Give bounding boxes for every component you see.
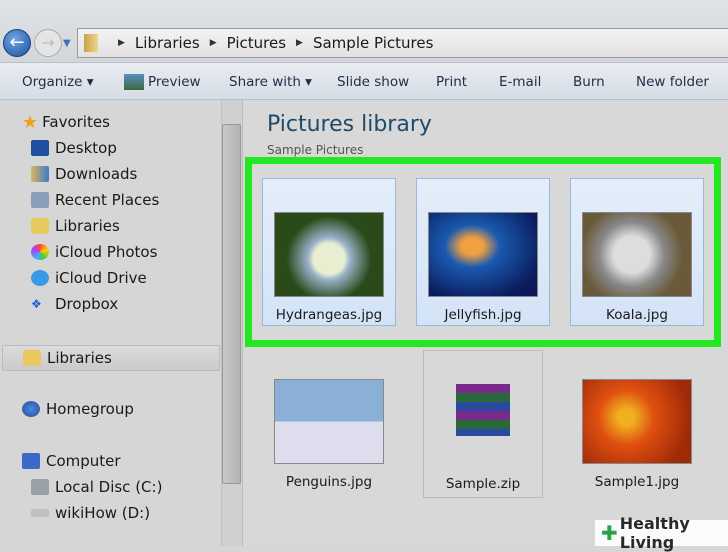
desktop-icon: [31, 140, 49, 156]
chevron-right-icon: ▶: [296, 38, 303, 48]
folder-icon: [84, 34, 98, 52]
winrar-archive-icon: [456, 384, 510, 436]
thumbnail: [582, 379, 692, 464]
label: Downloads: [55, 165, 138, 183]
watermark-text: Healthy Living: [619, 514, 690, 552]
sidebar-item-icloud-photos[interactable]: iCloud Photos: [31, 241, 157, 263]
scrollbar-thumb[interactable]: [222, 124, 241, 484]
label: Recent Places: [55, 191, 160, 209]
label: iCloud Photos: [55, 243, 158, 261]
libraries-icon: [31, 218, 49, 234]
address-bar[interactable]: ▶ Libraries ▶ Pictures ▶ Sample Pictures: [77, 28, 728, 58]
navigation-pane: ★ Favorites Desktop Downloads Recent Plac…: [0, 100, 243, 546]
downloads-icon: [31, 166, 49, 182]
file-name: Sample.zip: [445, 476, 521, 492]
label: Libraries: [55, 217, 120, 235]
drive-icon: [31, 479, 49, 495]
sidebar-item-libraries[interactable]: Libraries: [31, 215, 120, 237]
plus-icon: ✚: [601, 521, 618, 545]
page-title: Pictures library: [267, 112, 432, 137]
library-subtitle[interactable]: Sample Pictures: [267, 143, 363, 157]
file-penguins[interactable]: Penguins.jpg: [262, 346, 396, 490]
sidebar-item-icloud-drive[interactable]: iCloud Drive: [31, 267, 147, 289]
label: Desktop: [55, 139, 117, 157]
label: Computer: [46, 452, 121, 470]
file-sample1[interactable]: Sample1.jpg: [570, 346, 704, 490]
label: Libraries: [47, 349, 112, 367]
sidebar-item-wikihow-drive[interactable]: wikiHow (D:): [31, 502, 150, 524]
icloud-photos-icon: [31, 244, 49, 260]
breadcrumb-sample-pictures[interactable]: Sample Pictures: [313, 34, 433, 52]
label: wikiHow (D:): [55, 504, 151, 522]
sidebar-item-downloads[interactable]: Downloads: [31, 163, 137, 185]
recent-pages-dropdown[interactable]: ▼: [63, 38, 71, 49]
libraries-icon: [23, 350, 41, 366]
drive-icon: [31, 509, 49, 517]
label: Homegroup: [46, 400, 134, 418]
burn-button[interactable]: Burn: [573, 74, 605, 90]
chevron-right-icon: ▶: [118, 38, 125, 48]
address-area: ← → ▼ ▶ Libraries ▶ Pictures ▶ Sample Pi…: [0, 0, 728, 62]
file-name: Sample1.jpg: [594, 474, 680, 490]
file-sample-zip[interactable]: Sample.zip: [423, 350, 543, 498]
file-name: Penguins.jpg: [285, 474, 373, 490]
icloud-drive-icon: [31, 270, 49, 286]
sidebar-item-libraries-selected[interactable]: Libraries: [2, 345, 220, 371]
organize-button[interactable]: Organize ▾: [22, 74, 94, 90]
sidebar-item-dropbox[interactable]: ❖ Dropbox: [31, 293, 118, 315]
label: iCloud Drive: [55, 269, 147, 287]
sidebar-item-favorites[interactable]: ★ Favorites: [22, 111, 110, 133]
forward-button[interactable]: →: [34, 29, 62, 57]
watermark: ✚ Healthy Living: [595, 514, 728, 552]
label: Local Disc (C:): [55, 478, 163, 496]
label: Dropbox: [55, 295, 119, 313]
new-folder-button[interactable]: New folder: [636, 74, 709, 90]
recent-places-icon: [31, 192, 49, 208]
sidebar-item-computer[interactable]: Computer: [22, 450, 121, 472]
email-button[interactable]: E-mail: [499, 74, 541, 90]
back-button[interactable]: ←: [3, 29, 31, 57]
selection-highlight: [245, 157, 721, 347]
breadcrumb-pictures[interactable]: Pictures: [227, 34, 286, 52]
star-icon: ★: [22, 111, 39, 133]
chevron-right-icon: ▶: [209, 38, 217, 48]
preview-button[interactable]: Preview: [148, 74, 201, 90]
breadcrumb-libraries[interactable]: Libraries: [135, 34, 200, 52]
sidebar-item-homegroup[interactable]: Homegroup: [22, 398, 134, 420]
computer-icon: [22, 453, 40, 469]
thumbnail: [274, 379, 384, 464]
sidebar-item-desktop[interactable]: Desktop: [31, 137, 117, 159]
slide-show-button[interactable]: Slide show: [337, 74, 409, 90]
preview-icon: [124, 74, 144, 90]
sidebar-item-recent-places[interactable]: Recent Places: [31, 189, 159, 211]
share-with-button[interactable]: Share with ▾: [229, 74, 312, 90]
sidebar-item-local-disc[interactable]: Local Disc (C:): [31, 476, 162, 498]
homegroup-icon: [22, 401, 40, 417]
toolbar: Organize ▾ Preview Share with ▾ Slide sh…: [0, 62, 728, 100]
label: Favorites: [42, 113, 110, 131]
print-button[interactable]: Print: [436, 74, 467, 90]
dropbox-icon: ❖: [31, 297, 42, 311]
